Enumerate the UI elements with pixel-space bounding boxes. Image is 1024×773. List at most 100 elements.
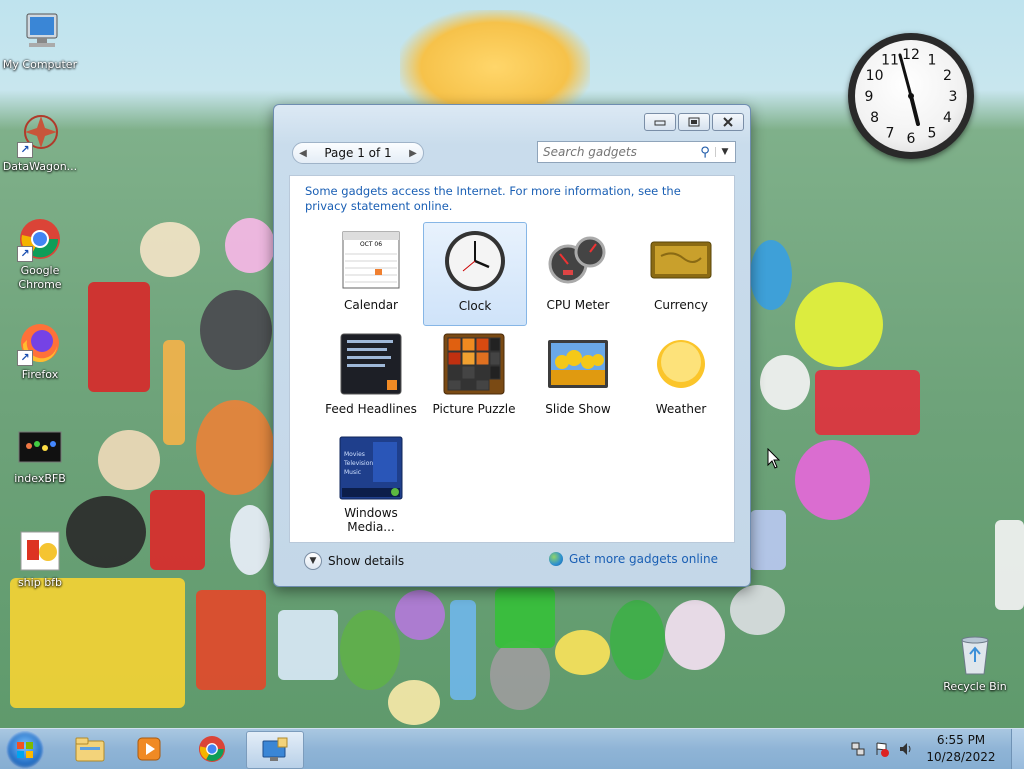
clock-numeral: 4	[943, 110, 952, 126]
wallpaper-character	[150, 490, 205, 570]
privacy-notice-link[interactable]: Some gadgets access the Internet. For mo…	[305, 184, 715, 214]
clock-face: 11 10 9 8 7 6 5 4 3 2 1 12	[855, 40, 967, 152]
computer-icon	[17, 10, 63, 56]
search-dropdown-button[interactable]: ▼	[715, 147, 734, 157]
desktop-clock-gadget[interactable]: 11 10 9 8 7 6 5 4 3 2 1 12	[848, 33, 974, 159]
clock-hour-hand	[909, 94, 920, 126]
gadget-slide-show[interactable]: Slide Show	[527, 326, 629, 428]
action-center-icon[interactable]	[873, 741, 891, 757]
desktop-icon-my-computer[interactable]: My Computer	[0, 10, 80, 72]
volume-icon[interactable]	[897, 741, 915, 757]
wallpaper-character	[665, 600, 725, 670]
datawagon-icon: ↗	[17, 112, 63, 158]
gadget-feed-headlines[interactable]: Feed Headlines	[320, 326, 422, 428]
previous-page-button[interactable]: ◀	[293, 148, 313, 159]
taskbar: 6:55 PM 10/28/2022	[0, 728, 1024, 769]
currency-icon	[649, 228, 713, 292]
next-page-button[interactable]: ▶	[403, 148, 423, 159]
gadget-cpu-meter[interactable]: CPU Meter	[527, 222, 629, 324]
image-file-icon	[17, 424, 63, 470]
wallpaper-character	[88, 282, 150, 392]
mouse-cursor-icon	[767, 448, 781, 469]
show-details-label: Show details	[328, 554, 405, 568]
get-more-gadgets-link[interactable]: Get more gadgets online	[548, 552, 718, 566]
desktop-icon-label: Firefox	[21, 368, 59, 381]
clock-icon	[443, 229, 507, 293]
media-menu-item: Television	[343, 460, 373, 467]
gadget-gallery-window: ◀ Page 1 of 1 ▶ ⚲ ▼ Some gadgets access …	[273, 104, 751, 587]
taskbar-windows-explorer[interactable]	[62, 731, 118, 767]
windows-media-icon: Movies Television Music	[339, 436, 403, 500]
taskbar-media-player[interactable]	[121, 731, 177, 767]
wallpaper-character	[196, 590, 266, 690]
search-icon[interactable]: ⚲	[695, 145, 715, 160]
wallpaper-character	[388, 680, 440, 725]
gadget-currency[interactable]: Currency	[630, 222, 732, 324]
desktop-icon-ship-bfb[interactable]: ship bfb	[0, 528, 80, 590]
start-button[interactable]	[6, 731, 44, 769]
clock-display[interactable]: 6:55 PM 10/28/2022	[921, 732, 1001, 766]
desktop-icon-recycle-bin[interactable]: Recycle Bin	[935, 632, 1015, 694]
restore-button[interactable]	[678, 113, 710, 131]
clock-numeral: 6	[907, 131, 916, 147]
chrome-icon	[198, 735, 226, 763]
weather-icon	[649, 332, 713, 396]
clock-numeral: 10	[866, 68, 884, 84]
desktop-icon-google-chrome[interactable]: ↗ Google Chrome	[0, 216, 80, 292]
clock-numeral: 5	[928, 125, 937, 141]
wallpaper-character	[163, 340, 185, 445]
clock-dial: 1110 9 87 6 54 3 21 12	[865, 47, 958, 147]
gadget-label: Slide Show	[545, 402, 611, 416]
wallpaper-character	[795, 440, 870, 520]
search-box: ⚲ ▼	[537, 141, 736, 163]
globe-icon	[548, 552, 563, 566]
show-details-button[interactable]: ▼ Show details	[304, 552, 404, 570]
wallpaper-character	[230, 505, 270, 575]
gadget-label: Windows Media...	[344, 506, 398, 534]
wallpaper-character	[760, 355, 810, 410]
desktop-icon-indexbfb[interactable]: indexBFB	[0, 424, 80, 486]
recycle-bin-icon	[952, 632, 998, 678]
slide-show-icon	[546, 332, 610, 396]
desktop-icon-label: ship bfb	[17, 576, 63, 589]
shortcut-arrow-icon: ↗	[17, 246, 33, 262]
wallpaper-character	[10, 578, 185, 708]
gadget-clock[interactable]: Clock	[423, 222, 527, 326]
gadget-label: Currency	[653, 298, 709, 312]
minimize-button[interactable]	[644, 113, 676, 131]
gadget-label: Picture Puzzle	[432, 402, 516, 416]
show-desktop-button[interactable]	[1011, 729, 1024, 769]
gadget-windows-media-center[interactable]: Movies Television Music Windows Media...	[320, 430, 422, 534]
gadget-label: Clock	[458, 299, 492, 313]
media-player-icon	[137, 737, 161, 761]
gadget-label: CPU Meter	[546, 298, 610, 312]
page-label: Page 1 of 1	[324, 146, 392, 160]
get-more-gadgets-label: Get more gadgets online	[568, 552, 718, 566]
windows-logo-icon	[17, 742, 33, 758]
desktop-icon-firefox[interactable]: ↗ Firefox	[0, 320, 80, 382]
desktop-icon-datawagon[interactable]: ↗ DataWagon...	[0, 112, 80, 174]
taskbar-gadgets[interactable]	[246, 731, 304, 769]
close-button[interactable]	[712, 113, 744, 131]
gadget-picture-puzzle[interactable]: Picture Puzzle	[423, 326, 525, 428]
desktop-icon-label: My Computer	[2, 58, 78, 71]
system-tray: 6:55 PM 10/28/2022	[849, 729, 1024, 769]
wallpaper-character	[795, 282, 883, 367]
wallpaper-character	[140, 222, 200, 277]
desktop-icon-label: indexBFB	[14, 472, 66, 485]
network-icon[interactable]	[849, 741, 867, 757]
search-input[interactable]	[538, 144, 695, 160]
clock-time: 6:55 PM	[936, 733, 986, 747]
media-menu-item: Music	[344, 469, 361, 476]
gadgets-icon	[262, 737, 288, 761]
gadget-calendar[interactable]: OCT 06 Calendar	[320, 222, 422, 324]
clock-numeral: 3	[949, 89, 958, 105]
restore-icon	[688, 117, 700, 127]
cpu-meter-icon	[546, 228, 610, 292]
wallpaper-character	[750, 510, 786, 570]
chrome-icon: ↗	[17, 216, 63, 262]
close-icon	[723, 117, 733, 127]
gadget-weather[interactable]: Weather	[630, 326, 732, 428]
taskbar-chrome[interactable]	[184, 731, 240, 767]
shortcut-arrow-icon: ↗	[17, 142, 33, 158]
